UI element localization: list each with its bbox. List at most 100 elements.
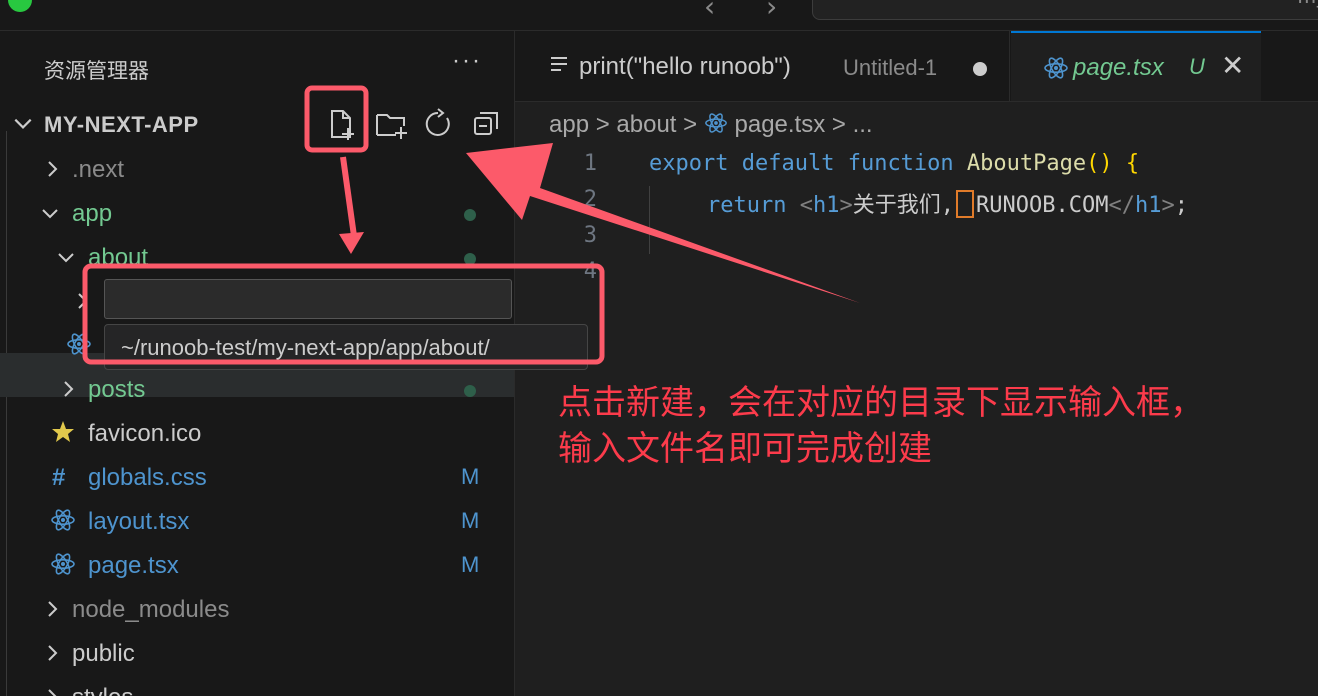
tree-folder-public[interactable]: public — [0, 631, 514, 675]
tag-bracket: </ — [1108, 193, 1135, 218]
refresh-icon — [425, 108, 450, 136]
keyword: return — [707, 193, 787, 218]
tree-file-page[interactable]: page.tsx M — [0, 543, 514, 587]
modified-badge: M — [461, 552, 480, 577]
window-maximize-button[interactable] — [8, 0, 32, 12]
chevron-right-icon — [78, 293, 88, 309]
annotation-callout: 点击新建，会在对应的目录下显示输入框， 输入文件名即可完成创建 — [558, 380, 1204, 472]
tree-file-favicon[interactable]: favicon.ico — [0, 411, 514, 455]
project-name: MY-NEXT-APP — [44, 112, 199, 137]
chevron-right-icon — [48, 161, 58, 177]
close-icon[interactable]: ✕ — [1221, 49, 1244, 82]
search-icon: ⌕ — [1243, 0, 1255, 5]
tree-item-label: page.tsx — [88, 552, 179, 579]
tree-item-label: styles — [72, 684, 133, 696]
untracked-dot — [464, 385, 476, 397]
callout-line-2: 输入文件名即可完成创建 — [558, 430, 932, 468]
parens: () — [1086, 151, 1113, 176]
unsaved-dot-icon[interactable] — [973, 62, 987, 76]
tab-untitled[interactable]: print("hello runoob") Untitled-1 — [515, 31, 1010, 101]
new-folder-icon — [376, 114, 407, 139]
callout-line-1: 点击新建，会在对应的目录下显示输入框， — [558, 384, 1204, 422]
tree-file-layout[interactable]: layout.tsx M — [0, 499, 514, 543]
collapse-all-icon — [474, 112, 498, 135]
tree-folder-app[interactable]: app — [0, 191, 514, 235]
tag-name: h1 — [1134, 193, 1162, 218]
chevron-right-icon — [48, 645, 58, 661]
more-actions-button[interactable]: ··· — [452, 47, 482, 75]
line-number: 3 — [583, 223, 597, 248]
collapse-all-button[interactable] — [470, 107, 504, 141]
tree-folder-about[interactable]: about — [0, 235, 514, 279]
tree-item-label: layout.tsx — [88, 508, 190, 535]
chevron-right-icon — [64, 381, 74, 397]
tree-item-label: favicon.ico — [88, 420, 202, 447]
new-file-icon — [331, 110, 354, 140]
tag-name: h1 — [812, 193, 840, 218]
chevron-down-icon — [42, 209, 58, 219]
jsx-text: RUNOOB.COM — [976, 193, 1109, 218]
tree-folder-node-modules[interactable]: node_modules — [0, 587, 514, 631]
modified-badge: M — [461, 464, 480, 489]
refresh-button[interactable] — [421, 107, 455, 141]
tree-file-globals[interactable]: # globals.css M — [0, 455, 514, 499]
back-arrow-icon[interactable]: ‹ — [704, 0, 715, 23]
tag-bracket: > — [839, 193, 853, 218]
new-file-name-input[interactable] — [104, 279, 512, 319]
line-number: 4 — [583, 259, 597, 284]
tab-bar: print("hello runoob") Untitled-1 page.ts… — [515, 31, 1318, 102]
tab-title: print("hello runoob") — [579, 53, 791, 80]
line-number: 2 — [583, 187, 597, 212]
tree-folder-next[interactable]: .next — [0, 147, 514, 191]
untracked-badge: U — [1189, 54, 1205, 79]
tree-item-label: node_modules — [72, 596, 230, 623]
brace: { — [1125, 151, 1140, 176]
breadcrumb-file[interactable]: page.tsx — [735, 111, 826, 138]
code-line-1[interactable]: export default function AboutPage() { — [649, 151, 1139, 176]
semicolon: ; — [1174, 193, 1188, 218]
indent-guide — [649, 186, 650, 254]
title-bar: ‹ › ⌕ my — [0, 0, 1318, 31]
tree-item-label: about — [88, 244, 149, 271]
react-icon — [1044, 57, 1068, 79]
forward-arrow-icon[interactable]: › — [766, 0, 777, 23]
tree-item-label: posts — [88, 376, 146, 403]
keyword: default — [741, 151, 835, 176]
text-file-icon — [551, 57, 567, 71]
untracked-dot — [464, 209, 476, 221]
keyword: export — [649, 151, 729, 176]
react-icon — [704, 113, 727, 133]
new-file-button[interactable] — [324, 107, 358, 141]
explorer-title: 资源管理器 — [44, 60, 149, 83]
new-file-path-text: ~/runoob-test/my-next-app/app/about/ — [121, 335, 490, 360]
breadcrumb-separator: > — [831, 111, 846, 138]
tree-item-label: globals.css — [88, 464, 207, 491]
new-folder-button[interactable] — [374, 107, 408, 141]
new-file-input-field[interactable] — [105, 280, 511, 318]
tree-item-label: .next — [72, 156, 125, 183]
chevron-down-icon — [14, 118, 32, 129]
breadcrumb: app > about > page.tsx > ... — [549, 111, 873, 141]
star-icon — [52, 421, 74, 442]
tree-item-label: app — [72, 200, 113, 227]
tab-title: page.tsx — [1073, 54, 1164, 81]
tree-folder-styles[interactable]: styles — [0, 675, 514, 696]
breadcrumb-about[interactable]: about — [616, 111, 676, 138]
code-line-2[interactable]: return <h1>关于我们, RUNOOB.COM</h1>; — [707, 187, 1188, 219]
modified-badge: M — [461, 508, 480, 533]
tree-folder-posts[interactable]: posts — [0, 367, 514, 411]
breadcrumb-app[interactable]: app — [549, 111, 589, 138]
tag-bracket: > — [1161, 193, 1175, 218]
chevron-right-icon — [48, 601, 58, 617]
chevron-down-icon — [58, 253, 74, 263]
tree-item-label: public — [72, 640, 135, 667]
react-icon — [51, 553, 75, 575]
new-file-path-hint: ~/runoob-test/my-next-app/app/about/ — [104, 324, 588, 370]
tab-page-tsx[interactable]: page.tsx U ✕ — [1011, 31, 1261, 101]
text-cursor — [956, 190, 974, 218]
hash-icon: # — [52, 464, 66, 491]
breadcrumb-symbol[interactable]: ... — [853, 111, 873, 138]
jsx-text: , — [940, 193, 954, 218]
jsx-text: 关于我们 — [852, 193, 941, 218]
command-center[interactable]: ⌕ my — [812, 0, 1318, 20]
